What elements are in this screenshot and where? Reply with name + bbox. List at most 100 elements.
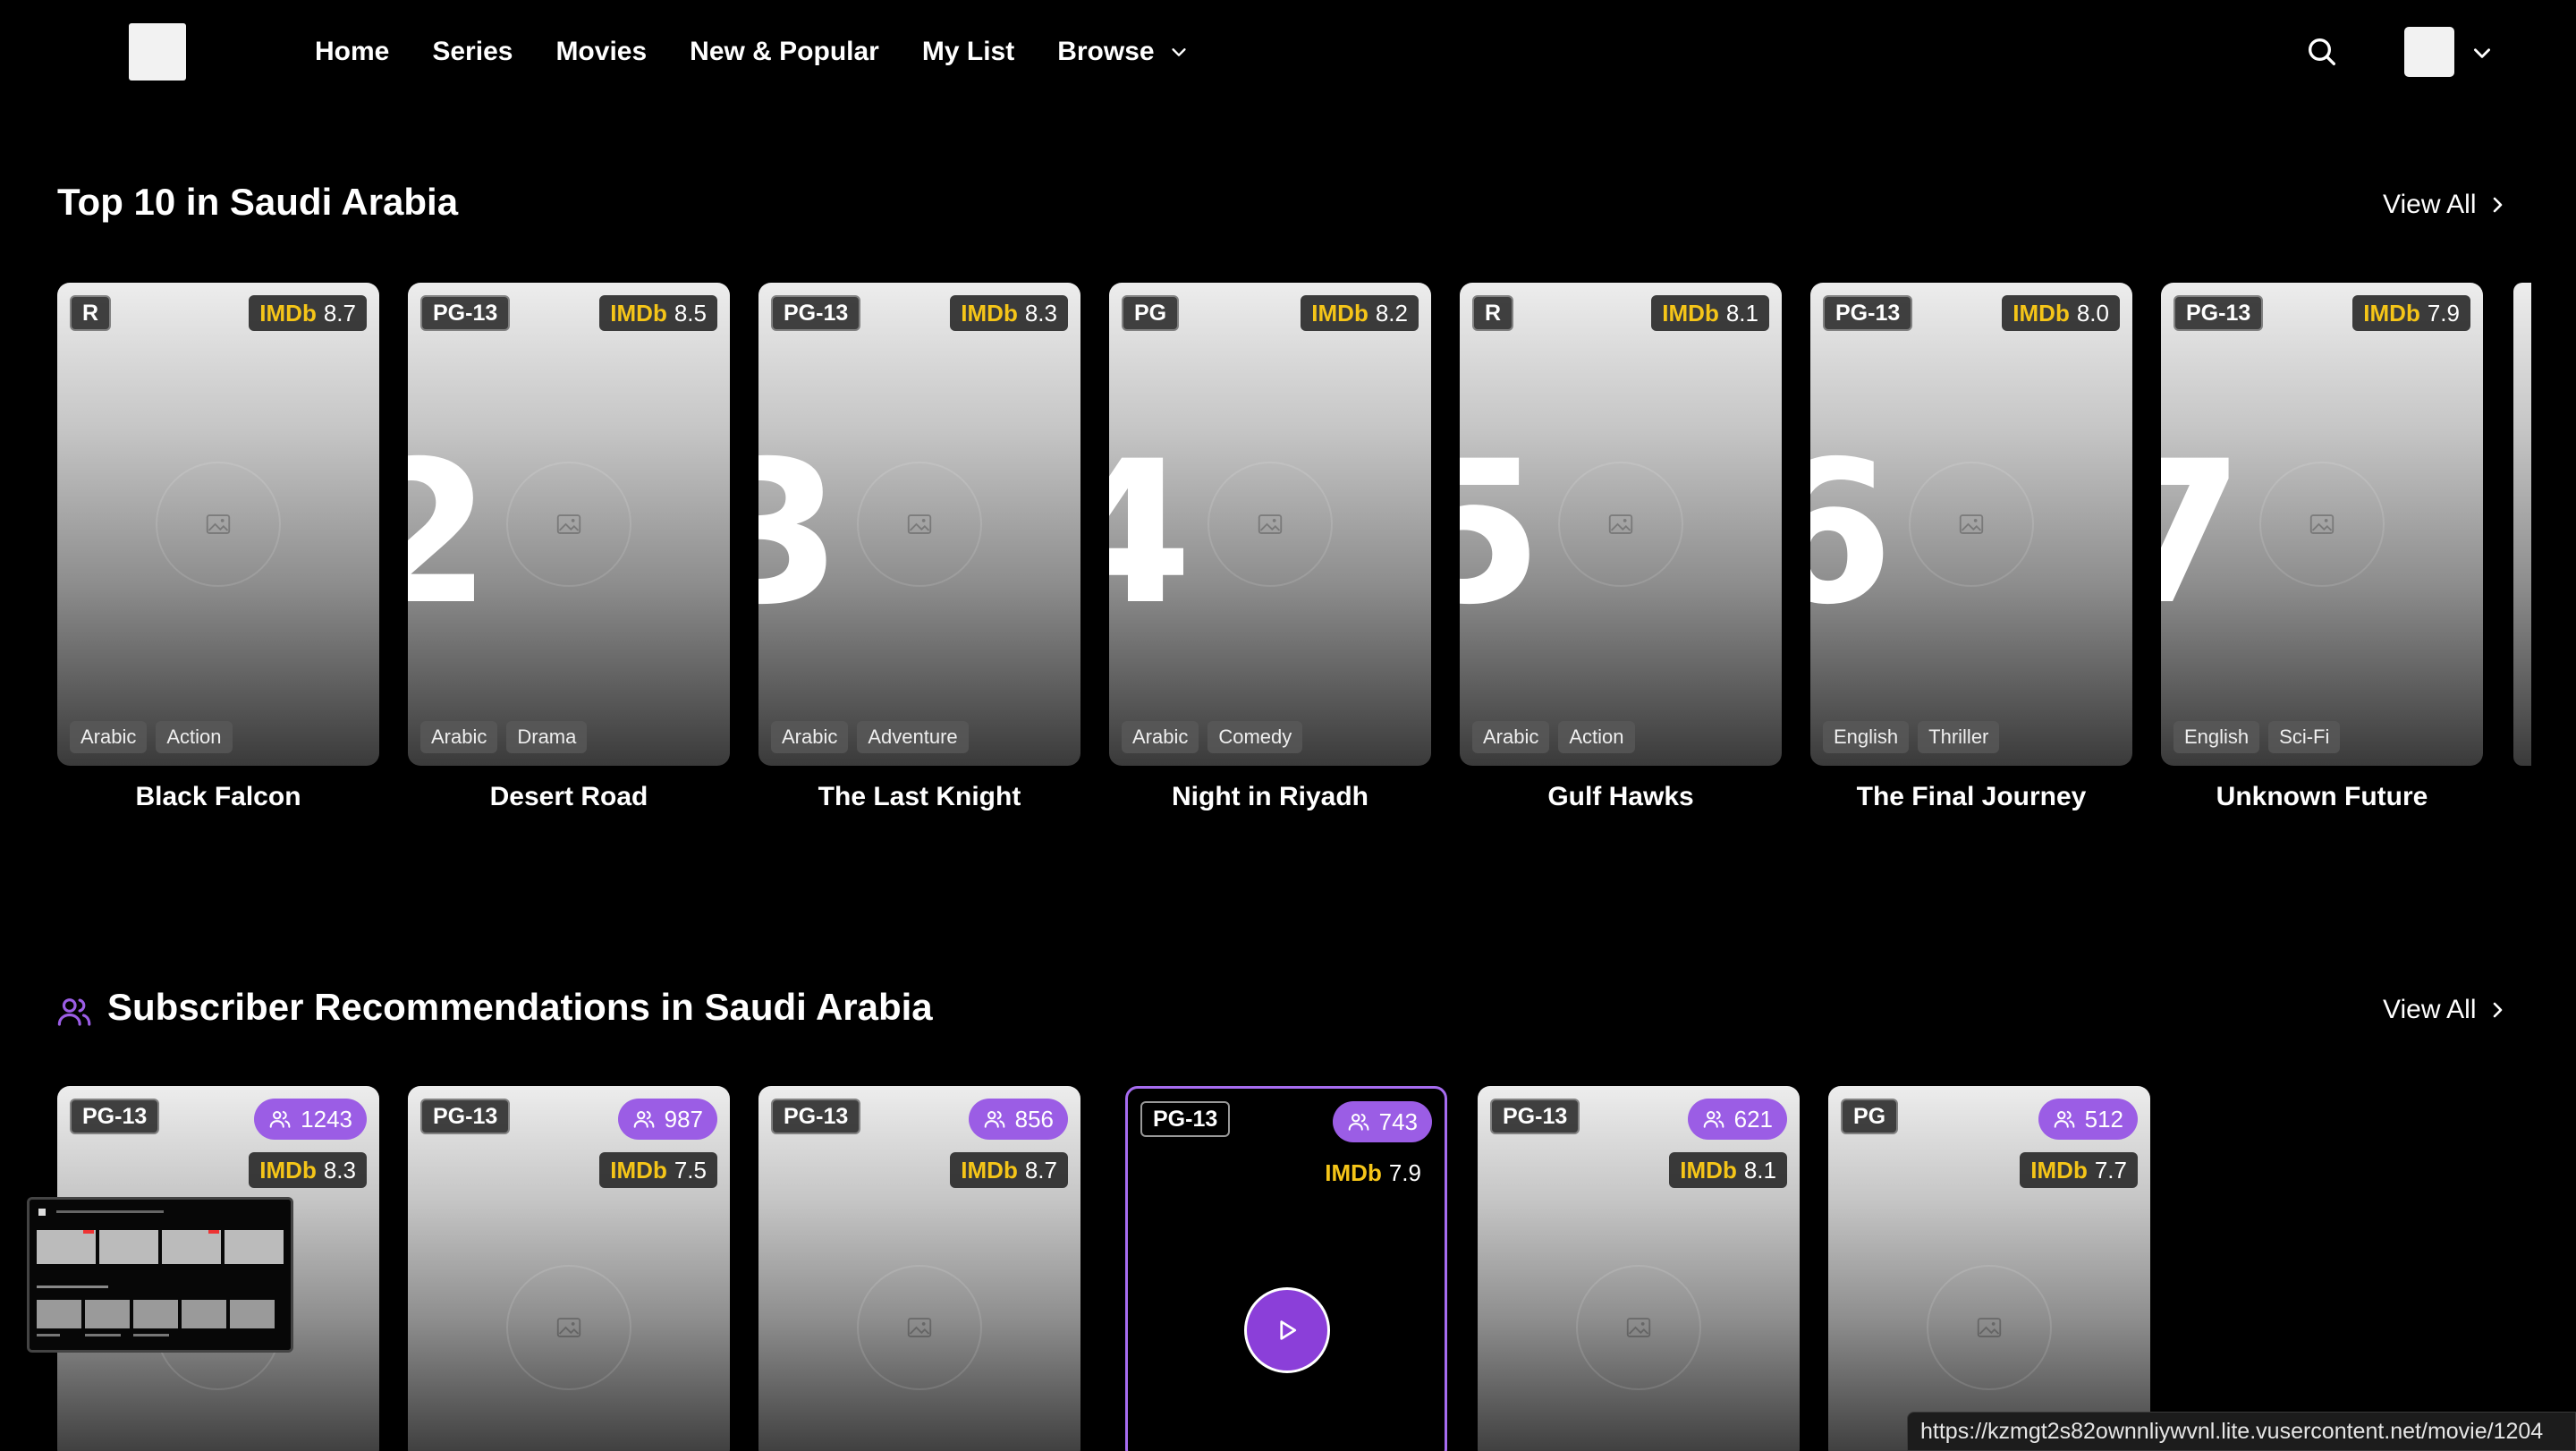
subscriber-count-badge: 743 bbox=[1332, 1101, 1432, 1142]
imdb-label: IMDb bbox=[2012, 299, 2070, 327]
age-rating-badge: PG-13 bbox=[1823, 295, 1913, 331]
genre-tags: English Thriller bbox=[1823, 721, 2000, 753]
nav-home[interactable]: Home bbox=[315, 37, 389, 67]
top10-card[interactable]: 3 PG-13 IMDb 8.3 Arabic Adventure bbox=[758, 283, 1080, 766]
imdb-badge: IMDb 8.1 bbox=[1651, 295, 1769, 331]
imdb-label: IMDb bbox=[610, 299, 667, 327]
imdb-score: 8.7 bbox=[1024, 1156, 1057, 1184]
imdb-score: 7.7 bbox=[2094, 1156, 2127, 1184]
recommendation-card[interactable]: PG 512 IMDb 7.7 bbox=[1828, 1086, 2150, 1451]
avatar[interactable] bbox=[2404, 27, 2454, 77]
age-rating-badge: PG-13 bbox=[70, 1099, 160, 1134]
nav-my-list[interactable]: My List bbox=[922, 37, 1014, 67]
nav-series[interactable]: Series bbox=[432, 37, 513, 67]
top10-card[interactable]: 6 PG-13 IMDb 8.0 English Thriller bbox=[1810, 283, 2132, 766]
recommendations-view-all-link[interactable]: View All bbox=[2383, 995, 2507, 1025]
chevron-down-icon[interactable] bbox=[2470, 41, 2494, 64]
genre-tag: Arabic bbox=[420, 721, 498, 753]
genre-tag: Drama bbox=[506, 721, 588, 753]
search-icon[interactable] bbox=[2304, 34, 2340, 70]
genre-tag: English bbox=[2174, 721, 2260, 753]
top10-view-all-link[interactable]: View All bbox=[2383, 190, 2507, 220]
users-icon bbox=[57, 998, 91, 1026]
recommendations-title: Subscriber Recommendations in Saudi Arab… bbox=[107, 986, 933, 1028]
imdb-badge: IMDb 8.3 bbox=[249, 1152, 367, 1188]
image-icon bbox=[206, 514, 231, 534]
preview-image bbox=[30, 1200, 291, 1350]
age-rating-badge: PG bbox=[1122, 295, 1180, 331]
card-title[interactable]: Unknown Future bbox=[2161, 782, 2483, 812]
recommendation-card[interactable]: PG-13 987 IMDb 7.5 bbox=[408, 1086, 730, 1451]
genre-tag: Adventure bbox=[857, 721, 969, 753]
genre-tag: English bbox=[1823, 721, 1910, 753]
image-icon bbox=[2309, 514, 2334, 534]
imdb-badge: IMDb 8.7 bbox=[950, 1152, 1068, 1188]
subscriber-count: 1243 bbox=[301, 1105, 352, 1133]
imdb-badge: IMDb 8.7 bbox=[249, 295, 367, 331]
imdb-label: IMDb bbox=[2363, 299, 2420, 327]
rank-number: 6 bbox=[1810, 419, 1894, 648]
genre-tag: Comedy bbox=[1208, 721, 1303, 753]
genre-tag: Arabic bbox=[771, 721, 849, 753]
imdb-label: IMDb bbox=[1325, 1158, 1382, 1186]
genre-tags: English Sci-Fi bbox=[2174, 721, 2341, 753]
subscriber-count-badge: 621 bbox=[1687, 1099, 1787, 1140]
card-title[interactable]: Black Falcon bbox=[57, 782, 379, 812]
imdb-badge: IMDb 7.5 bbox=[599, 1152, 717, 1188]
recommendation-card-hovered[interactable]: PG-13 743 IMDb 7.9 bbox=[1125, 1086, 1447, 1451]
imdb-label: IMDb bbox=[610, 1156, 667, 1184]
subscriber-count: 856 bbox=[1014, 1105, 1054, 1133]
logo[interactable] bbox=[129, 23, 186, 81]
image-icon bbox=[1626, 1318, 1651, 1337]
subscriber-count-badge: 987 bbox=[617, 1099, 717, 1140]
main-nav: Home Series Movies New & Popular My List… bbox=[315, 32, 1232, 72]
image-icon bbox=[1959, 514, 1984, 534]
card-title[interactable]: Night in Riyadh bbox=[1109, 782, 1431, 812]
imdb-badge: IMDb 7.9 bbox=[1314, 1155, 1432, 1191]
imdb-badge: IMDb 8.5 bbox=[599, 295, 717, 331]
tab-thumbnail-preview bbox=[27, 1197, 293, 1353]
age-rating-badge: R bbox=[1472, 295, 1514, 331]
top10-card[interactable]: 5 R IMDb 8.1 Arabic Action bbox=[1460, 283, 1782, 766]
top10-card[interactable]: 7 PG-13 IMDb 7.9 English Sci-Fi bbox=[2161, 283, 2483, 766]
chevron-down-icon bbox=[1171, 48, 1186, 56]
card-title[interactable]: Gulf Hawks bbox=[1460, 782, 1782, 812]
imdb-score: 8.0 bbox=[2076, 299, 2109, 327]
rank-number: 7 bbox=[2161, 419, 2245, 648]
imdb-score: 8.1 bbox=[1725, 299, 1758, 327]
age-rating-badge: PG bbox=[1841, 1099, 1899, 1134]
recommendation-card[interactable]: PG-13 856 IMDb 8.7 bbox=[758, 1086, 1080, 1451]
age-rating-badge: PG-13 bbox=[2174, 295, 2264, 331]
imdb-label: IMDb bbox=[961, 1156, 1018, 1184]
subscriber-count: 621 bbox=[1733, 1105, 1773, 1133]
recommendation-card[interactable]: PG-13 621 IMDb 8.1 bbox=[1478, 1086, 1800, 1451]
imdb-badge: IMDb 8.0 bbox=[2002, 295, 2120, 331]
card-title[interactable]: Desert Road bbox=[408, 782, 730, 812]
imdb-score: 7.9 bbox=[1388, 1158, 1421, 1186]
imdb-score: 8.3 bbox=[1024, 299, 1057, 327]
age-rating-badge: PG-13 bbox=[771, 295, 861, 331]
top10-next-card-peek[interactable] bbox=[2513, 283, 2531, 766]
nav-movies[interactable]: Movies bbox=[555, 37, 647, 67]
view-all-label: View All bbox=[2383, 190, 2477, 219]
top10-card[interactable]: 2 PG-13 IMDb 8.5 Arabic Drama bbox=[408, 283, 730, 766]
imdb-badge: IMDb 8.2 bbox=[1301, 295, 1419, 331]
genre-tag: Arabic bbox=[70, 721, 148, 753]
genre-tags: Arabic Adventure bbox=[771, 721, 969, 753]
imdb-score: 8.3 bbox=[323, 1156, 356, 1184]
card-title[interactable]: The Final Journey bbox=[1810, 782, 2132, 812]
top10-card[interactable]: 4 PG IMDb 8.2 Arabic Comedy bbox=[1109, 283, 1431, 766]
nav-browse[interactable]: Browse bbox=[1057, 37, 1188, 67]
imdb-score: 7.9 bbox=[2427, 299, 2460, 327]
genre-tags: Arabic Drama bbox=[420, 721, 588, 753]
image-icon bbox=[556, 1318, 581, 1337]
genre-tag: Sci-Fi bbox=[2268, 721, 2341, 753]
card-title[interactable]: The Last Knight bbox=[758, 782, 1080, 812]
rank-number: 4 bbox=[1109, 419, 1193, 648]
top10-card[interactable]: R IMDb 8.7 Arabic Action bbox=[57, 283, 379, 766]
genre-tag: Action bbox=[1558, 721, 1635, 753]
play-button[interactable] bbox=[1244, 1287, 1330, 1373]
nav-new-popular[interactable]: New & Popular bbox=[690, 37, 879, 67]
chevron-right-icon bbox=[2493, 1002, 2502, 1018]
image-icon bbox=[556, 514, 581, 534]
